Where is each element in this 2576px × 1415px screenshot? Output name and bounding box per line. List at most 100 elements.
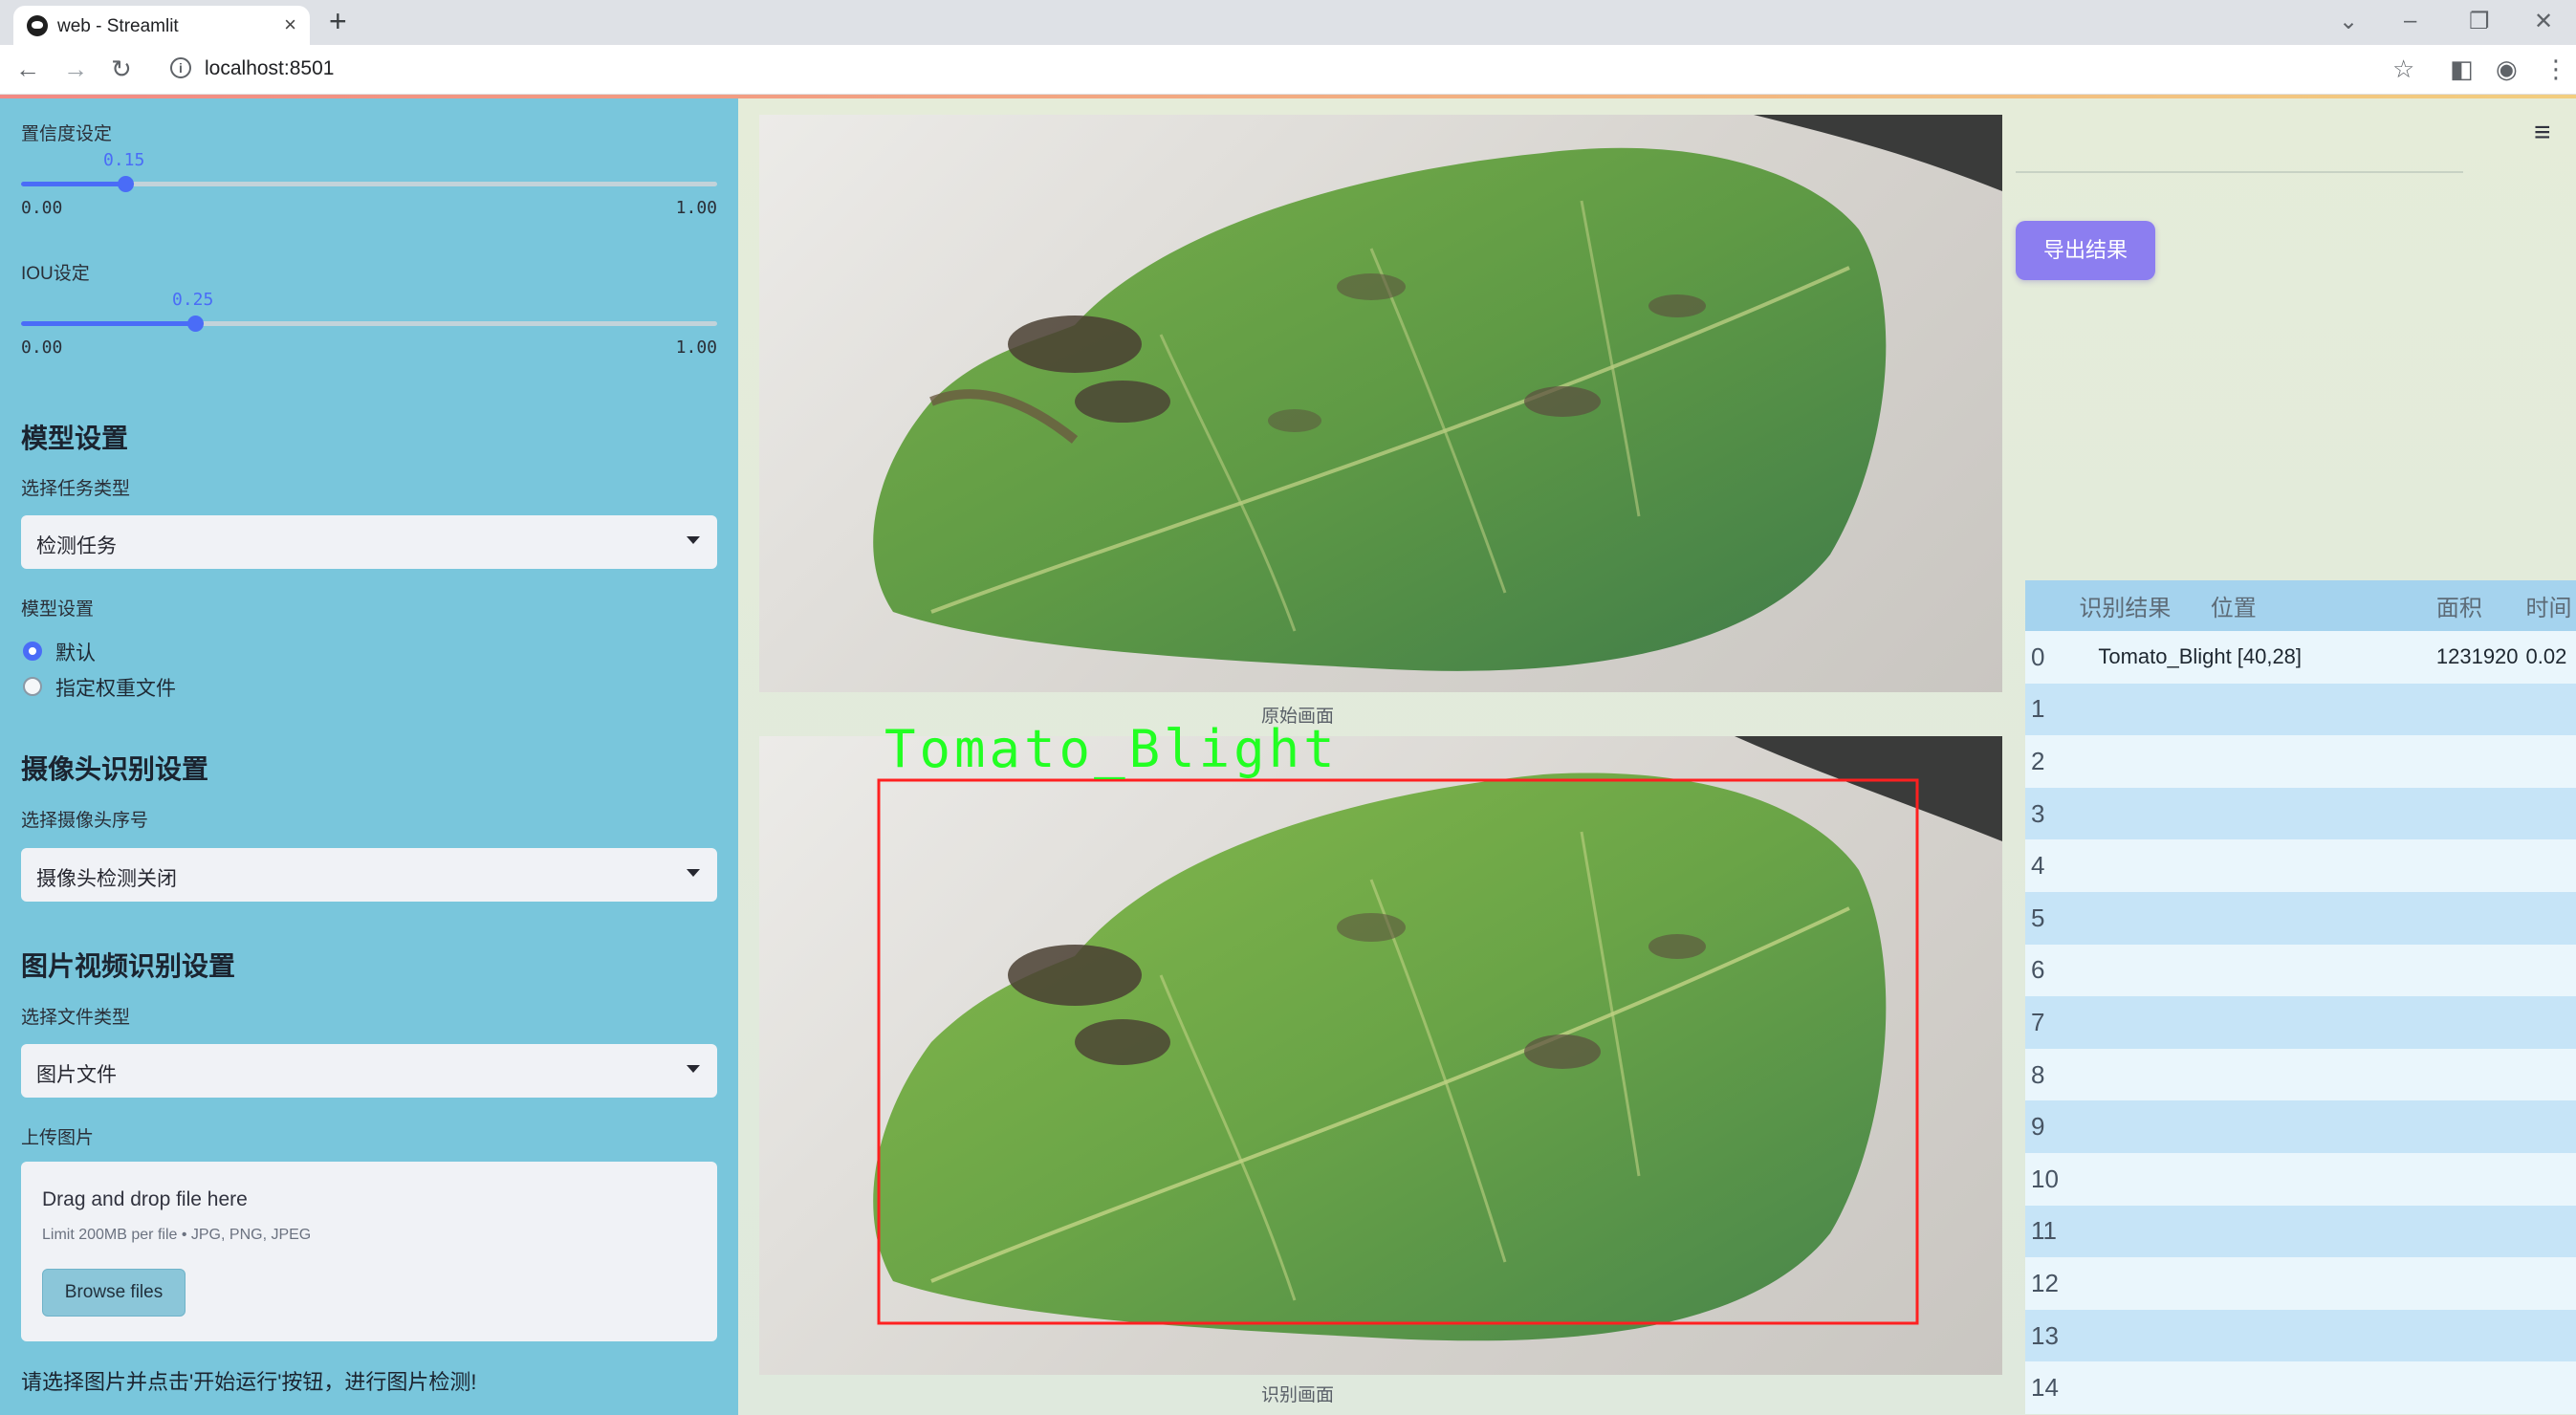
result-position: [40,28] — [2237, 644, 2303, 669]
tab-search-chevron-icon[interactable]: ⌄ — [2339, 8, 2358, 35]
table-row[interactable]: 13 — [2025, 1309, 2576, 1362]
radio-unselected-icon[interactable] — [23, 677, 42, 696]
table-row[interactable]: 10 — [2025, 1152, 2576, 1206]
table-row[interactable]: 3 — [2025, 787, 2576, 840]
new-tab-icon[interactable]: + — [329, 4, 347, 39]
row-area — [2428, 996, 2519, 1049]
file-type-value: 图片文件 — [36, 1064, 117, 1086]
table-row[interactable]: 0 Tomato_Blight [40,28] 1231920 0.02 — [2025, 631, 2576, 684]
browser-tab[interactable]: web - Streamlit × — [13, 6, 310, 45]
row-result — [2071, 1100, 2203, 1153]
weights-label: 模型设置 — [21, 599, 95, 620]
iou-slider[interactable]: 0.25 0.00 1.00 — [21, 290, 717, 358]
table-row[interactable]: 5 — [2025, 891, 2576, 945]
result-class: Tomato_Blight — [2098, 644, 2232, 669]
row-time — [2518, 1309, 2576, 1362]
row-area — [2428, 1205, 2519, 1258]
export-results-button[interactable]: 导出结果 — [2016, 221, 2155, 280]
row-index: 10 — [2025, 1152, 2072, 1206]
slider-min: 0.00 — [21, 337, 63, 358]
row-area — [2428, 1100, 2519, 1153]
star-icon[interactable]: ☆ — [2392, 54, 2414, 84]
row-result — [2071, 944, 2203, 997]
minimize-icon[interactable]: – — [2404, 8, 2416, 34]
row-time — [2518, 1152, 2576, 1206]
row-time — [2518, 787, 2576, 840]
model-settings-heading: 模型设置 — [21, 424, 129, 453]
table-row[interactable]: 12 — [2025, 1257, 2576, 1310]
row-time — [2518, 839, 2576, 892]
table-row[interactable]: 1 — [2025, 683, 2576, 736]
row-index: 3 — [2025, 787, 2072, 840]
confidence-slider[interactable]: 0.15 0.00 1.00 — [21, 150, 717, 218]
row-result — [2071, 683, 2203, 736]
slider-value: 0.25 — [172, 290, 214, 310]
sidebar-toggle-icon[interactable]: ◧ — [2450, 54, 2474, 84]
tomato-leaf-result-image — [873, 736, 2002, 1341]
row-time — [2518, 1048, 2576, 1101]
table-row[interactable]: 7 — [2025, 996, 2576, 1049]
table-row[interactable]: 14 — [2025, 1361, 2576, 1414]
row-result — [2071, 891, 2203, 945]
row-index: 6 — [2025, 944, 2072, 997]
original-image — [759, 115, 2002, 692]
table-row[interactable]: 6 — [2025, 944, 2576, 997]
row-time — [2518, 944, 2576, 997]
tab-close-icon[interactable]: × — [284, 12, 296, 37]
row-time — [2518, 1257, 2576, 1310]
table-row[interactable]: 8 — [2025, 1048, 2576, 1101]
info-icon[interactable]: i — [170, 57, 191, 78]
kebab-menu-icon[interactable]: ⋮ — [2543, 54, 2568, 84]
row-area: 1231920 — [2428, 631, 2519, 684]
restore-icon[interactable]: ❐ — [2469, 8, 2490, 35]
table-row[interactable]: 11 — [2025, 1205, 2576, 1258]
row-area — [2428, 735, 2519, 788]
row-index: 11 — [2025, 1205, 2072, 1258]
table-row[interactable]: 2 — [2025, 735, 2576, 788]
slider-value: 0.15 — [103, 150, 145, 170]
back-icon[interactable]: ← — [15, 54, 40, 84]
row-time: 0.02 — [2518, 631, 2576, 684]
row-time — [2518, 1361, 2576, 1414]
address-bar[interactable]: localhost:8501 — [205, 57, 334, 80]
camera-index-select[interactable]: 摄像头检测关闭 — [21, 848, 717, 902]
upload-limit-text: Limit 200MB per file • JPG, PNG, JPEG — [42, 1227, 312, 1243]
slider-thumb[interactable] — [118, 176, 134, 192]
table-header-row: 识别结果 位置 面积 时间 — [2025, 580, 2576, 631]
browse-files-button[interactable]: Browse files — [42, 1269, 186, 1317]
row-result: Tomato_Blight [40,28] — [2071, 631, 2429, 684]
row-index: 5 — [2025, 891, 2072, 945]
media-settings-heading: 图片视频识别设置 — [21, 951, 236, 981]
radio-selected-icon[interactable] — [23, 642, 42, 661]
slider-max: 1.00 — [675, 198, 717, 218]
row-index: 4 — [2025, 839, 2072, 892]
file-uploader-dropzone[interactable]: Drag and drop file here Limit 200MB per … — [21, 1162, 717, 1341]
task-type-select[interactable]: 检测任务 — [21, 515, 717, 569]
result-caption: 识别画面 — [1261, 1385, 1335, 1405]
hamburger-menu-icon[interactable]: ≡ — [2534, 117, 2551, 149]
row-time — [2518, 996, 2576, 1049]
reload-icon[interactable]: ↻ — [111, 54, 132, 84]
row-result — [2071, 1048, 2203, 1101]
close-window-icon[interactable]: ✕ — [2534, 8, 2553, 35]
row-area — [2428, 1048, 2519, 1101]
table-row[interactable]: 9 — [2025, 1100, 2576, 1153]
row-area — [2428, 1309, 2519, 1362]
radio-default-label: 默认 — [55, 642, 96, 664]
slider-thumb[interactable] — [187, 316, 204, 332]
profile-icon[interactable]: ◉ — [2496, 54, 2518, 84]
row-position — [2202, 787, 2429, 840]
row-area — [2428, 839, 2519, 892]
row-area — [2428, 1152, 2519, 1206]
row-index: 12 — [2025, 1257, 2072, 1310]
chevron-down-icon — [687, 1065, 700, 1073]
row-area — [2428, 891, 2519, 945]
row-position — [2202, 1152, 2429, 1206]
table-row[interactable]: 4 — [2025, 839, 2576, 892]
upload-label: 上传图片 — [21, 1128, 95, 1148]
forward-icon[interactable]: → — [63, 54, 88, 84]
row-position — [2202, 735, 2429, 788]
file-type-select[interactable]: 图片文件 — [21, 1044, 717, 1098]
row-result — [2071, 1361, 2203, 1414]
row-index: 7 — [2025, 996, 2072, 1049]
